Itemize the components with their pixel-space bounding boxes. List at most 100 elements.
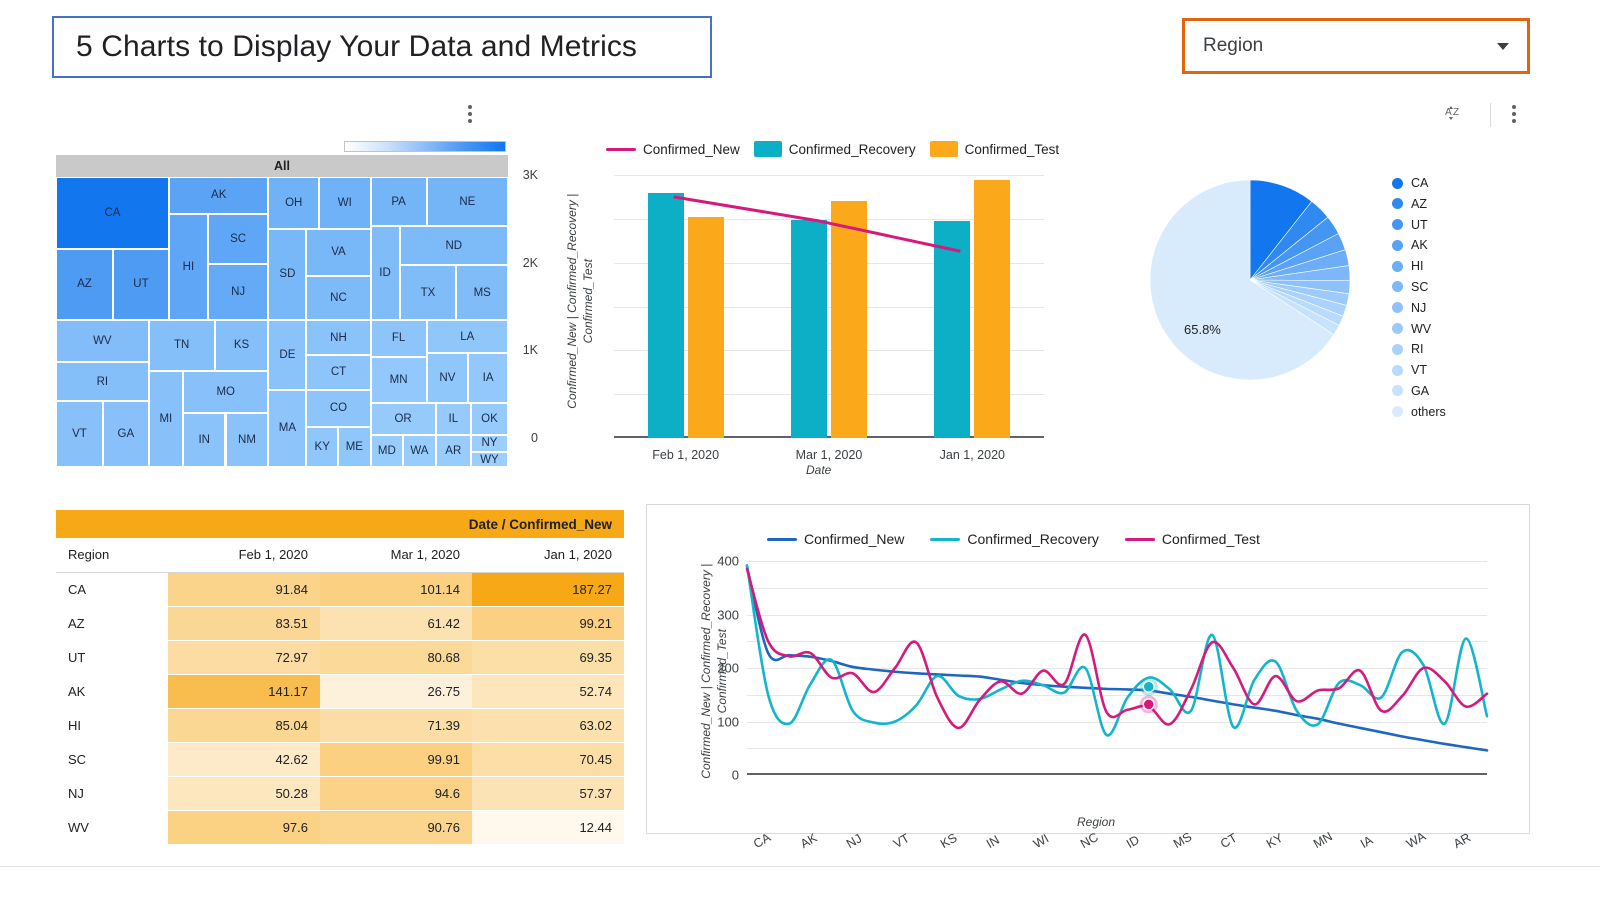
table-row[interactable]: NJ 50.28 94.6 57.37: [56, 776, 624, 811]
pie-legend-item-ut[interactable]: UT: [1392, 218, 1446, 232]
treemap-cell-label: TX: [420, 286, 436, 299]
bar-chart[interactable]: Confirmed_New Confirmed_Recovery Confirmed…: [523, 135, 1110, 485]
pie-legend-item-vt[interactable]: VT: [1392, 363, 1446, 377]
table-row[interactable]: AZ 83.51 61.42 99.21: [56, 606, 624, 641]
treemap-cell-ny[interactable]: NY: [470, 434, 508, 453]
table-row[interactable]: UT 72.97 80.68 69.35: [56, 640, 624, 675]
pie-legend-item-others[interactable]: others: [1392, 405, 1446, 419]
treemap-cell-sc[interactable]: SC: [207, 213, 269, 265]
treemap-cell-la[interactable]: LA: [426, 319, 508, 354]
treemap-cell-mi[interactable]: MI: [148, 371, 183, 467]
line-chart[interactable]: Confirmed_New Confirmed_Recovery Confirmed…: [646, 504, 1530, 851]
treemap-cell-label: IN: [198, 434, 210, 447]
treemap-cell-wi[interactable]: WI: [319, 177, 371, 229]
treemap-cell-vt[interactable]: VT: [56, 401, 103, 467]
treemap-cell-or[interactable]: OR: [370, 403, 436, 435]
treemap-cell-tx[interactable]: TX: [399, 265, 457, 320]
pie-legend-item-wv[interactable]: WV: [1392, 322, 1446, 336]
pie-legend-item-nj[interactable]: NJ: [1392, 301, 1446, 315]
treemap-cell-id[interactable]: ID: [370, 226, 400, 320]
pie-legend-item-az[interactable]: AZ: [1392, 197, 1446, 211]
treemap-cell-nh[interactable]: NH: [306, 319, 371, 356]
highlight-point-confirmed_test[interactable]: [1142, 698, 1155, 711]
pie-legend-item-ga[interactable]: GA: [1392, 384, 1446, 398]
treemap-cell-ga[interactable]: GA: [103, 401, 149, 467]
pie-legend-item-ak[interactable]: AK: [1392, 238, 1446, 252]
treemap-cell-nm[interactable]: NM: [225, 413, 269, 467]
table-row[interactable]: HI 85.04 71.39 63.02: [56, 708, 624, 743]
treemap-cell-wv[interactable]: WV: [56, 319, 149, 363]
treemap-cell-ok[interactable]: OK: [470, 403, 508, 435]
sort-alpha-icon[interactable]: A Z: [1444, 104, 1464, 129]
legend-item-confirmed_new[interactable]: Confirmed_New: [606, 142, 740, 157]
treemap-cell-fl[interactable]: FL: [370, 319, 427, 357]
treemap-cell-ia[interactable]: IA: [468, 353, 508, 404]
treemap-cell-nd[interactable]: ND: [399, 226, 508, 266]
treemap-cell-wy[interactable]: WY: [470, 452, 508, 467]
treemap-cell-sd[interactable]: SD: [268, 228, 307, 320]
treemap-cell-tn[interactable]: TN: [148, 319, 215, 371]
treemap-cell-md[interactable]: MD: [370, 434, 404, 467]
treemap-cell-nj[interactable]: NJ: [207, 264, 269, 320]
treemap-cell-me[interactable]: ME: [338, 426, 371, 467]
treemap-cell-ms[interactable]: MS: [456, 265, 508, 320]
treemap-cell-mn[interactable]: MN: [370, 356, 427, 404]
pie-legend-item-sc[interactable]: SC: [1392, 280, 1446, 294]
treemap-cell-az[interactable]: AZ: [56, 248, 113, 320]
table-cell-value: 72.97: [168, 640, 320, 675]
treemap-cell-ri[interactable]: RI: [56, 362, 149, 402]
table-column-header[interactable]: Mar 1, 2020: [320, 538, 472, 573]
legend-item-confirmed_test[interactable]: Confirmed_Test: [929, 141, 1059, 157]
treemap-kebab-menu-icon[interactable]: [468, 105, 472, 123]
legend-item-confirmed_recovery[interactable]: Confirmed_Recovery: [753, 141, 916, 157]
table-row[interactable]: CA 91.84 101.14 187.27: [56, 572, 624, 607]
table-row[interactable]: AK 141.17 26.75 52.74: [56, 674, 624, 709]
pivot-table[interactable]: Date / Confirmed_New Region Feb 1, 2020 Ma…: [56, 510, 624, 845]
legend-item-confirmed_recovery[interactable]: Confirmed_Recovery: [930, 531, 1099, 547]
pie-chart[interactable]: 65.8% CA AZ UT AK HI SC NJ WV RI VT GA others: [1140, 150, 1540, 450]
treemap-cell-ne[interactable]: NE: [426, 177, 508, 227]
pie-legend-item-hi[interactable]: HI: [1392, 259, 1446, 273]
treemap-cell-va[interactable]: VA: [306, 228, 371, 276]
treemap-chart[interactable]: All CA AZ UT AK HI SC NJ OH WI PA NE SD VA NC ND ID TX MS…: [56, 141, 508, 467]
table-column-header[interactable]: Feb 1, 2020: [168, 538, 320, 573]
treemap-cell-hi[interactable]: HI: [169, 213, 208, 320]
treemap-cell-label: OK: [481, 413, 498, 426]
line-series-confirmed_recovery[interactable]: [745, 563, 1489, 737]
legend-item-confirmed_new[interactable]: Confirmed_New: [767, 531, 904, 547]
treemap-cell-mo[interactable]: MO: [183, 371, 269, 414]
pie-kebab-menu-icon[interactable]: [1512, 105, 1516, 123]
table-column-header[interactable]: Jan 1, 2020: [472, 538, 624, 573]
treemap-cell-in[interactable]: IN: [183, 413, 226, 467]
y-axis-tick-label: 200: [717, 660, 739, 676]
treemap-cell-ca[interactable]: CA: [56, 177, 169, 249]
highlight-point-confirmed_recovery[interactable]: [1142, 680, 1155, 693]
legend-item-confirmed_test[interactable]: Confirmed_Test: [1124, 531, 1260, 547]
line-series-confirmed_test[interactable]: [745, 567, 1489, 730]
treemap-cell-ct[interactable]: CT: [306, 355, 371, 390]
legend-label: Confirmed_New: [643, 141, 740, 157]
treemap-cell-il[interactable]: IL: [435, 403, 471, 435]
table-header-row: Region Feb 1, 2020 Mar 1, 2020 Jan 1, 2020: [56, 538, 624, 573]
treemap-cell-oh[interactable]: OH: [268, 177, 320, 229]
treemap-cell-ak[interactable]: AK: [169, 177, 269, 214]
x-axis-tick-label: AR: [1451, 830, 1474, 852]
treemap-cell-ky[interactable]: KY: [306, 426, 339, 467]
table-row[interactable]: WV 97.6 90.76 12.44: [56, 810, 624, 845]
x-axis-tick-label: MN: [1311, 829, 1335, 852]
region-filter-dropdown[interactable]: Region: [1182, 18, 1530, 74]
treemap-cell-ar[interactable]: AR: [435, 434, 471, 467]
treemap-cell-wa[interactable]: WA: [403, 434, 436, 467]
treemap-cell-nc[interactable]: NC: [306, 275, 371, 320]
treemap-cell-pa[interactable]: PA: [370, 177, 427, 227]
pie-legend-item-ca[interactable]: CA: [1392, 176, 1446, 190]
treemap-cell-ma[interactable]: MA: [268, 389, 307, 467]
treemap-cell-ut[interactable]: UT: [112, 248, 169, 320]
legend-label: GA: [1411, 383, 1430, 398]
table-row[interactable]: SC 42.62 99.91 70.45: [56, 742, 624, 777]
treemap-cell-de[interactable]: DE: [268, 319, 307, 390]
treemap-cell-ks[interactable]: KS: [214, 319, 269, 371]
pie-legend-item-ri[interactable]: RI: [1392, 342, 1446, 356]
treemap-cell-co[interactable]: CO: [306, 389, 371, 427]
treemap-cell-nv[interactable]: NV: [426, 353, 469, 404]
